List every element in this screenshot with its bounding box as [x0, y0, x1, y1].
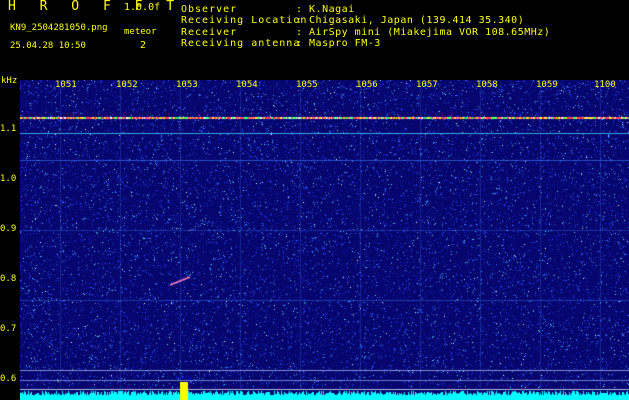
time-axis: 1051 1052 1053 1054 1055 1056 1057 1058 …: [0, 80, 629, 94]
freq-tick: 1.1: [0, 124, 17, 134]
time-tick: 1055: [296, 80, 318, 90]
time-tick: 1100: [594, 80, 616, 90]
freq-tick: 0.8: [0, 274, 17, 284]
time-tick: 1054: [236, 80, 258, 90]
time-tick: 1059: [536, 80, 558, 90]
version-label: 1.0.0f: [124, 2, 161, 13]
time-tick: 1058: [476, 80, 498, 90]
antenna-value: : Maspro FM-3: [296, 38, 381, 49]
freq-tick: 0.9: [0, 224, 17, 234]
file-name: KN9_2504281050.png: [10, 23, 108, 33]
meteor-count: 2: [140, 40, 147, 51]
time-tick: 1053: [176, 80, 198, 90]
time-tick: 1056: [356, 80, 378, 90]
waterfall-spectrogram: [20, 80, 629, 400]
time-tick: 1051: [55, 80, 77, 90]
meteor-label: meteor: [124, 27, 157, 37]
location-label: Receiving Location: [181, 15, 308, 26]
hrofft-screen: H R O F F T 1.0.0f KN9_2504281050.png me…: [0, 0, 629, 400]
timestamp: 25.04.28 10:50: [10, 41, 86, 51]
time-tick: 1057: [416, 80, 438, 90]
location-value: : Chigasaki, Japan (139.414 35.340): [296, 15, 525, 26]
antenna-label: Receiving antenna: [181, 38, 301, 49]
time-tick: 1052: [116, 80, 138, 90]
freq-tick: 0.7: [0, 324, 17, 334]
freq-tick: 1.0: [0, 174, 17, 184]
freq-tick: 0.6: [0, 374, 17, 384]
